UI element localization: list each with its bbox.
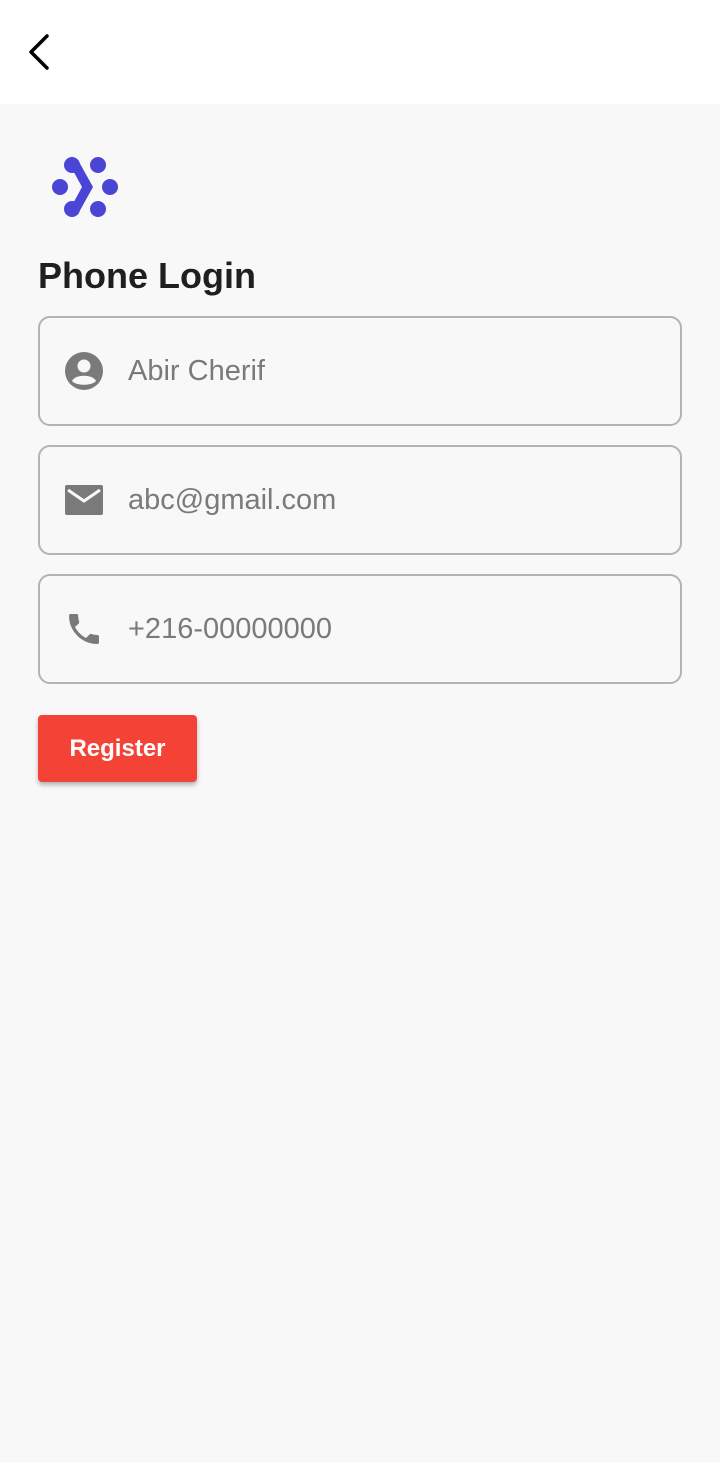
email-icon xyxy=(64,480,104,520)
name-field[interactable] xyxy=(38,316,682,426)
account-circle-icon xyxy=(64,351,104,391)
app-bar xyxy=(0,0,720,104)
phone-icon xyxy=(64,609,104,649)
dots-chevron-logo xyxy=(52,157,118,217)
email-input[interactable] xyxy=(128,473,658,527)
phone-field[interactable] xyxy=(38,574,682,684)
back-button[interactable] xyxy=(14,26,66,78)
app-logo xyxy=(50,156,120,218)
register-button[interactable]: Register xyxy=(38,715,197,782)
page-title: Phone Login xyxy=(38,255,256,296)
login-content: Phone Login Register xyxy=(0,104,720,1462)
email-field[interactable] xyxy=(38,445,682,555)
phone-input[interactable] xyxy=(128,602,658,656)
chevron-left-icon xyxy=(29,34,49,70)
name-input[interactable] xyxy=(128,344,658,398)
